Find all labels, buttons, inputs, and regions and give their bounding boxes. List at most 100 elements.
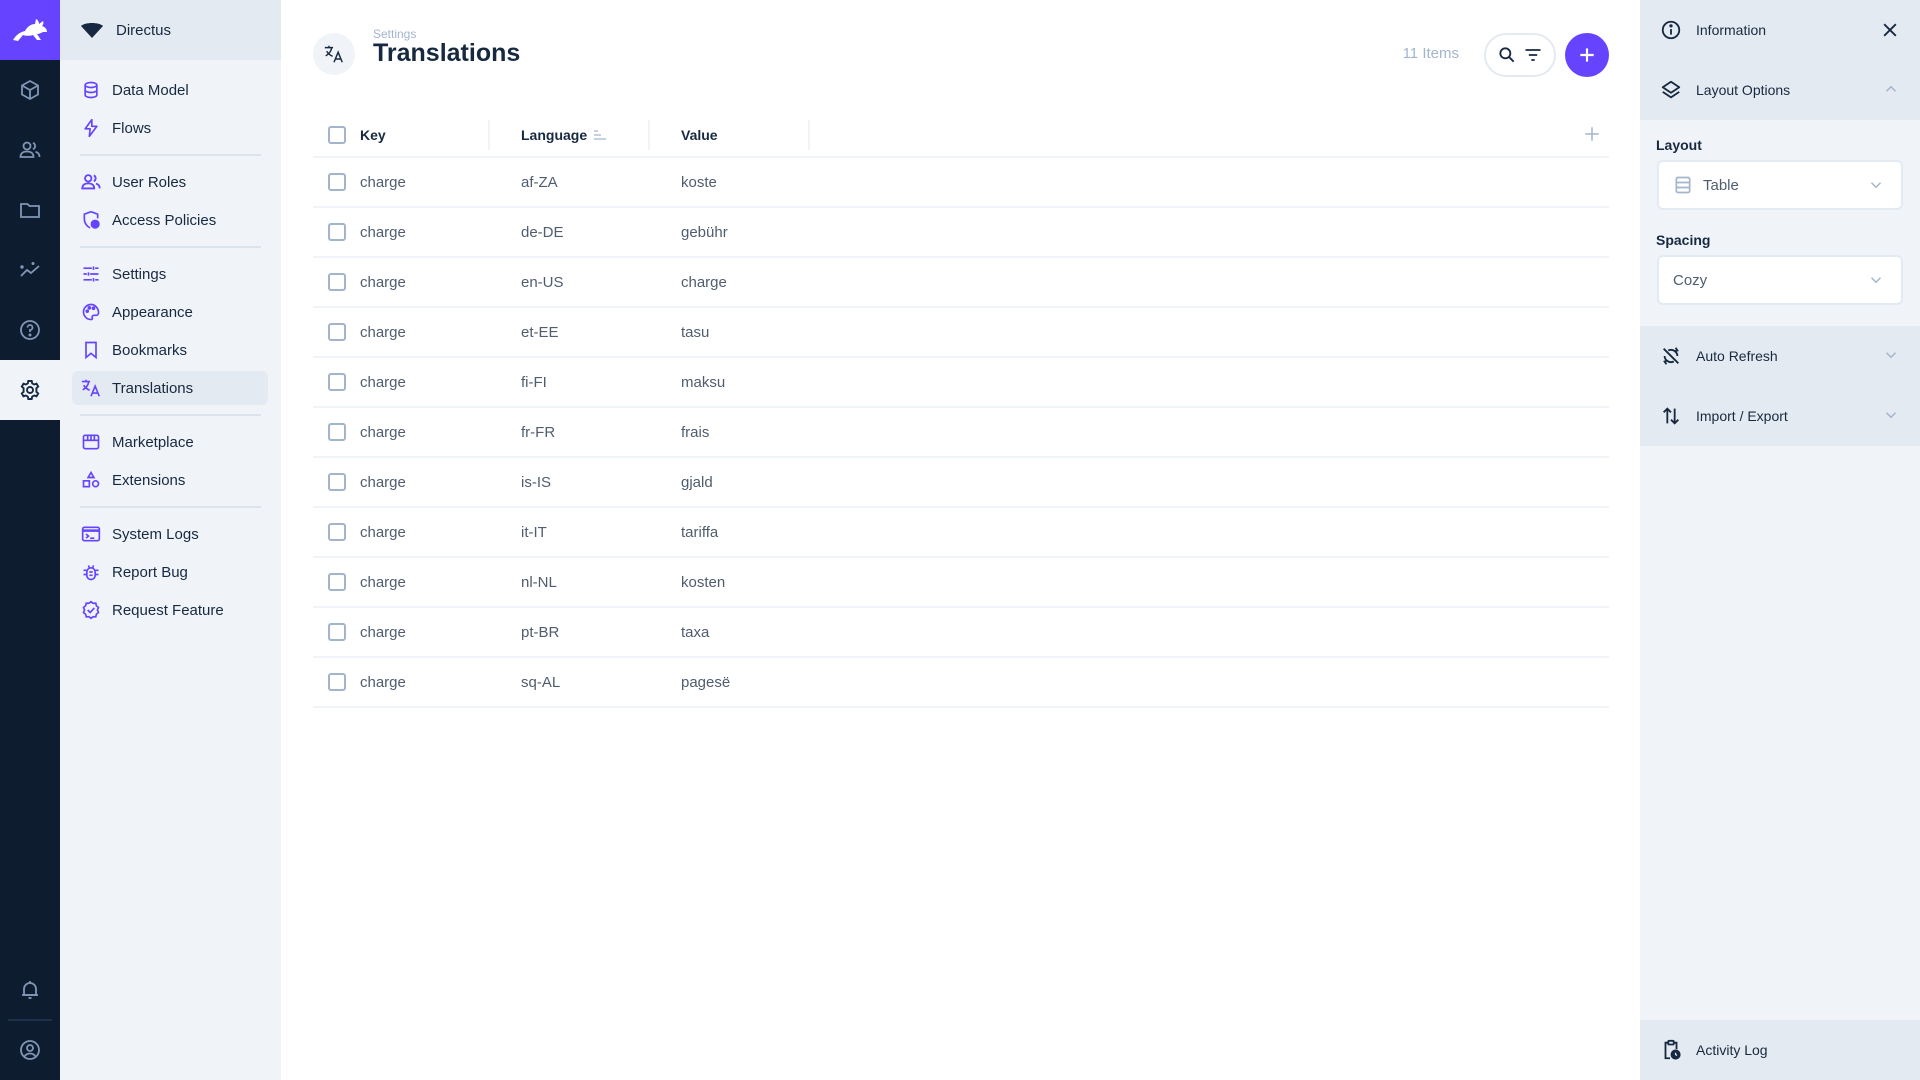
nav-divider bbox=[80, 246, 261, 248]
storefront-icon bbox=[80, 431, 102, 453]
activity-log-footer: Activity Log bbox=[1640, 1020, 1920, 1080]
table-layout-icon bbox=[1675, 176, 1691, 194]
nav-item-access-policies[interactable]: Access Policies bbox=[72, 203, 268, 237]
table-row[interactable]: charge fr-FR frais bbox=[313, 408, 1609, 458]
create-item-button[interactable] bbox=[1565, 33, 1609, 77]
row-checkbox[interactable] bbox=[328, 223, 346, 241]
layout-value: Table bbox=[1703, 176, 1739, 194]
cell-value: taxa bbox=[681, 623, 710, 641]
import-export-section[interactable]: Import / Export bbox=[1640, 386, 1920, 446]
table-row[interactable]: charge fi-FI maksu bbox=[313, 358, 1609, 408]
translations-table: Key Language Value charge af-ZA koste charg… bbox=[313, 113, 1609, 708]
module-content[interactable] bbox=[0, 60, 60, 120]
search-button[interactable] bbox=[1497, 45, 1517, 65]
cell-language: is-IS bbox=[521, 473, 551, 491]
spacing-select[interactable]: Cozy bbox=[1657, 255, 1903, 305]
nav-item-marketplace[interactable]: Marketplace bbox=[72, 425, 268, 459]
nav-item-settings[interactable]: Settings bbox=[72, 257, 268, 291]
module-help[interactable] bbox=[0, 300, 60, 360]
module-files[interactable] bbox=[0, 180, 60, 240]
layout-options-section[interactable]: Layout Options bbox=[1640, 60, 1920, 120]
nav-item-system-logs[interactable]: System Logs bbox=[72, 517, 268, 551]
translate-icon bbox=[324, 45, 343, 63]
directus-logo[interactable] bbox=[0, 0, 60, 60]
nav-item-translations[interactable]: Translations bbox=[72, 371, 268, 405]
table-row[interactable]: charge de-DE gebühr bbox=[313, 208, 1609, 258]
table-row[interactable]: charge af-ZA koste bbox=[313, 158, 1609, 208]
column-resize-handle[interactable] bbox=[648, 120, 650, 150]
add-field-button[interactable] bbox=[1583, 125, 1601, 143]
cell-key: charge bbox=[360, 173, 406, 191]
nav-item-request-feature[interactable]: Request Feature bbox=[72, 593, 268, 627]
sort-ascending-icon bbox=[594, 129, 607, 140]
translate-icon bbox=[80, 377, 102, 399]
bolt-icon bbox=[80, 117, 102, 139]
module-users[interactable] bbox=[0, 120, 60, 180]
column-header-label: Language bbox=[521, 126, 588, 143]
cell-value: gebühr bbox=[681, 223, 728, 241]
nav-item-user-roles[interactable]: User Roles bbox=[72, 165, 268, 199]
information-section[interactable]: Information bbox=[1640, 0, 1920, 60]
cell-key: charge bbox=[360, 573, 406, 591]
nav-item-extensions[interactable]: Extensions bbox=[72, 463, 268, 497]
sync-disabled-icon bbox=[1660, 345, 1682, 367]
close-sidebar-button[interactable] bbox=[1880, 20, 1900, 40]
table-row[interactable]: charge pt-BR taxa bbox=[313, 608, 1609, 658]
nav-item-bookmarks[interactable]: Bookmarks bbox=[72, 333, 268, 367]
row-checkbox[interactable] bbox=[328, 573, 346, 591]
table-row[interactable]: charge en-US charge bbox=[313, 258, 1609, 308]
column-header-key[interactable]: Key bbox=[360, 113, 386, 156]
rabbit-logo-icon bbox=[13, 19, 47, 41]
nav-item-label: Appearance bbox=[112, 303, 193, 321]
project-header[interactable]: Directus bbox=[60, 0, 281, 60]
row-checkbox[interactable] bbox=[328, 173, 346, 191]
row-checkbox[interactable] bbox=[328, 273, 346, 291]
row-select-cell bbox=[328, 208, 346, 256]
row-checkbox[interactable] bbox=[328, 323, 346, 341]
row-checkbox[interactable] bbox=[328, 673, 346, 691]
table-row[interactable]: charge et-EE tasu bbox=[313, 308, 1609, 358]
column-header-value[interactable]: Value bbox=[681, 113, 718, 156]
column-resize-handle[interactable] bbox=[488, 120, 490, 150]
filter-button[interactable] bbox=[1523, 45, 1543, 65]
row-checkbox[interactable] bbox=[328, 473, 346, 491]
row-checkbox[interactable] bbox=[328, 423, 346, 441]
folder-icon bbox=[20, 203, 40, 218]
cell-language: pt-BR bbox=[521, 623, 560, 641]
column-resize-handle[interactable] bbox=[808, 120, 810, 150]
insights-icon bbox=[20, 262, 40, 277]
table-row[interactable]: charge is-IS gjald bbox=[313, 458, 1609, 508]
nav-item-label: Access Policies bbox=[112, 211, 217, 229]
column-header-language[interactable]: Language bbox=[521, 113, 607, 156]
notifications-button[interactable] bbox=[0, 960, 60, 1020]
table-row[interactable]: charge it-IT tariffa bbox=[313, 508, 1609, 558]
row-checkbox[interactable] bbox=[328, 623, 346, 641]
user-profile-button[interactable] bbox=[0, 1020, 60, 1080]
table-row[interactable]: charge sq-AL pagesë bbox=[313, 658, 1609, 708]
nav-item-flows[interactable]: Flows bbox=[72, 111, 268, 145]
row-checkbox[interactable] bbox=[328, 373, 346, 391]
nav-item-appearance[interactable]: Appearance bbox=[72, 295, 268, 329]
info-icon bbox=[1660, 19, 1682, 41]
row-select-cell bbox=[328, 358, 346, 406]
layout-select[interactable]: Table bbox=[1657, 160, 1903, 210]
cell-value: kosten bbox=[681, 573, 726, 591]
nav-item-report-bug[interactable]: Report Bug bbox=[72, 555, 268, 589]
cell-key: charge bbox=[360, 673, 406, 691]
items-count: 11 Items bbox=[1402, 45, 1459, 62]
row-checkbox[interactable] bbox=[328, 523, 346, 541]
database-icon bbox=[80, 79, 102, 101]
nav-item-data-model[interactable]: Data Model bbox=[72, 73, 268, 107]
module-bar bbox=[0, 0, 60, 1080]
module-settings[interactable] bbox=[0, 360, 60, 420]
spacing-label: Spacing bbox=[1656, 232, 1711, 248]
nav-item-label: Data Model bbox=[112, 81, 189, 99]
activity-log-button[interactable]: Activity Log bbox=[1640, 1020, 1920, 1080]
auto-refresh-section[interactable]: Auto Refresh bbox=[1640, 326, 1920, 386]
select-all-checkbox[interactable] bbox=[328, 125, 346, 144]
module-insights[interactable] bbox=[0, 240, 60, 300]
table-row[interactable]: charge nl-NL kosten bbox=[313, 558, 1609, 608]
chevron-down-icon bbox=[1882, 346, 1900, 364]
cell-language: et-EE bbox=[521, 323, 559, 341]
cell-language: de-DE bbox=[521, 223, 564, 241]
